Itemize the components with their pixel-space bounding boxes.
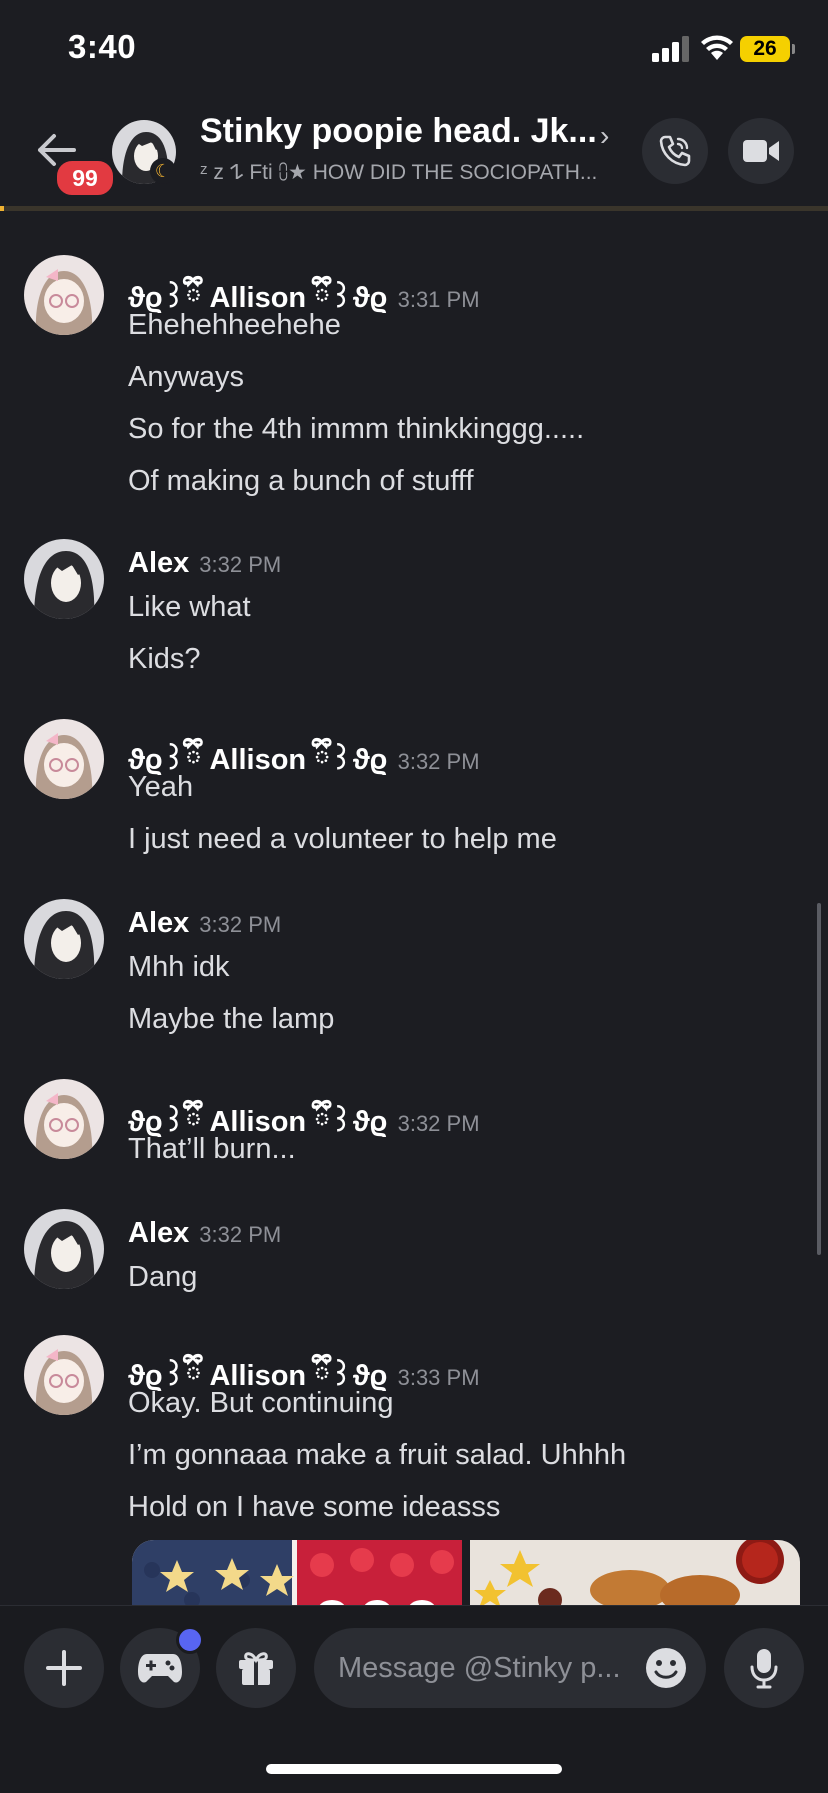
message-text[interactable]: I’m gonnaaa make a fruit salad. Uhhhh (128, 1439, 626, 1472)
message-text[interactable]: Yeah (128, 771, 193, 804)
microphone-icon (750, 1649, 778, 1689)
message-text[interactable]: Okay. But continuing (128, 1387, 393, 1420)
status-bar: 3:40 26 (0, 0, 828, 100)
custom-status: ᶻ z 𐰁 Fti ⩇★ HOW DID THE SOCIOPATH... (200, 161, 598, 184)
scrollbar[interactable] (817, 903, 821, 1255)
avatar[interactable] (24, 255, 104, 335)
avatar[interactable] (24, 1079, 104, 1159)
game-controller-icon (138, 1654, 182, 1683)
alex-avatar-image (24, 539, 104, 619)
plus-icon (46, 1650, 82, 1686)
timestamp: 3:32 PM (397, 749, 480, 774)
home-indicator[interactable] (266, 1764, 562, 1774)
phone-icon (659, 135, 691, 167)
message-text[interactable]: I just need a volunteer to help me (128, 823, 557, 856)
message-text[interactable]: Kids? (128, 643, 201, 676)
voice-call-button[interactable] (642, 118, 708, 184)
timestamp: 3:32 PM (199, 552, 282, 577)
gift-button[interactable] (216, 1628, 296, 1708)
avatar[interactable] (24, 1335, 104, 1415)
video-camera-icon (743, 140, 779, 162)
message-text[interactable]: Of making a bunch of stufff (128, 465, 474, 498)
alex-avatar-image (24, 1209, 104, 1289)
message-text[interactable]: Mhh idk (128, 951, 230, 984)
message-text[interactable]: That’ll burn... (128, 1133, 296, 1166)
message-text[interactable]: Like what (128, 591, 251, 624)
author-name[interactable]: Alex (128, 1217, 189, 1249)
message-header: Alex 3:32 PM (128, 547, 281, 580)
allison-avatar-image (24, 1079, 104, 1159)
notification-dot (176, 1626, 204, 1654)
message-text[interactable]: Maybe the lamp (128, 1003, 334, 1036)
allison-avatar-image (24, 1335, 104, 1415)
timestamp: 3:33 PM (397, 1365, 480, 1390)
message-header: Alex 3:32 PM (128, 1217, 281, 1250)
avatar[interactable] (24, 719, 104, 799)
timestamp: 3:32 PM (199, 1222, 282, 1247)
message-text[interactable]: Ehehehheehehe (128, 309, 341, 342)
idle-status-icon: ☾ (150, 158, 176, 184)
message-list[interactable]: ϑϱ꒱ྀི Allison ྀི꒱ϑϱ 3:31 PM Ehehehheehehe… (0, 211, 828, 1605)
timestamp: 3:32 PM (199, 912, 282, 937)
author-name[interactable]: Alex (128, 547, 189, 579)
allison-avatar-image (24, 719, 104, 799)
gift-icon (239, 1652, 273, 1685)
channel-header: 99 ☾ Stinky poopie head. Jk... › ᶻ z 𐰁 F… (0, 100, 828, 208)
battery-icon: 26 (740, 36, 795, 62)
cellular-signal-icon (652, 36, 689, 62)
voice-message-button[interactable] (724, 1628, 804, 1708)
timestamp: 3:31 PM (397, 287, 480, 312)
avatar[interactable] (24, 1209, 104, 1289)
message-text[interactable]: So for the 4th immm thinkkinggg..... (128, 413, 584, 446)
unread-badge: 99 (54, 158, 116, 198)
page-title[interactable]: Stinky poopie head. Jk... (200, 112, 597, 151)
message-text[interactable]: Dang (128, 1261, 197, 1294)
timestamp: 3:32 PM (397, 1111, 480, 1136)
message-header: Alex 3:32 PM (128, 907, 281, 940)
message-input[interactable] (338, 1628, 638, 1708)
author-name[interactable]: Alex (128, 907, 189, 939)
message-text[interactable]: Anyways (128, 361, 244, 394)
add-attachment-button[interactable] (24, 1628, 104, 1708)
status-time: 3:40 (68, 28, 137, 65)
wifi-icon (701, 35, 733, 60)
avatar[interactable] (24, 899, 104, 979)
message-input-container (314, 1628, 706, 1708)
video-call-button[interactable] (728, 118, 794, 184)
chevron-right-icon[interactable]: › (600, 120, 609, 152)
alex-avatar-image (24, 899, 104, 979)
emoji-icon[interactable] (644, 1646, 688, 1690)
message-text[interactable]: Hold on I have some ideasss (128, 1491, 500, 1524)
allison-avatar-image (24, 255, 104, 335)
avatar[interactable] (24, 539, 104, 619)
